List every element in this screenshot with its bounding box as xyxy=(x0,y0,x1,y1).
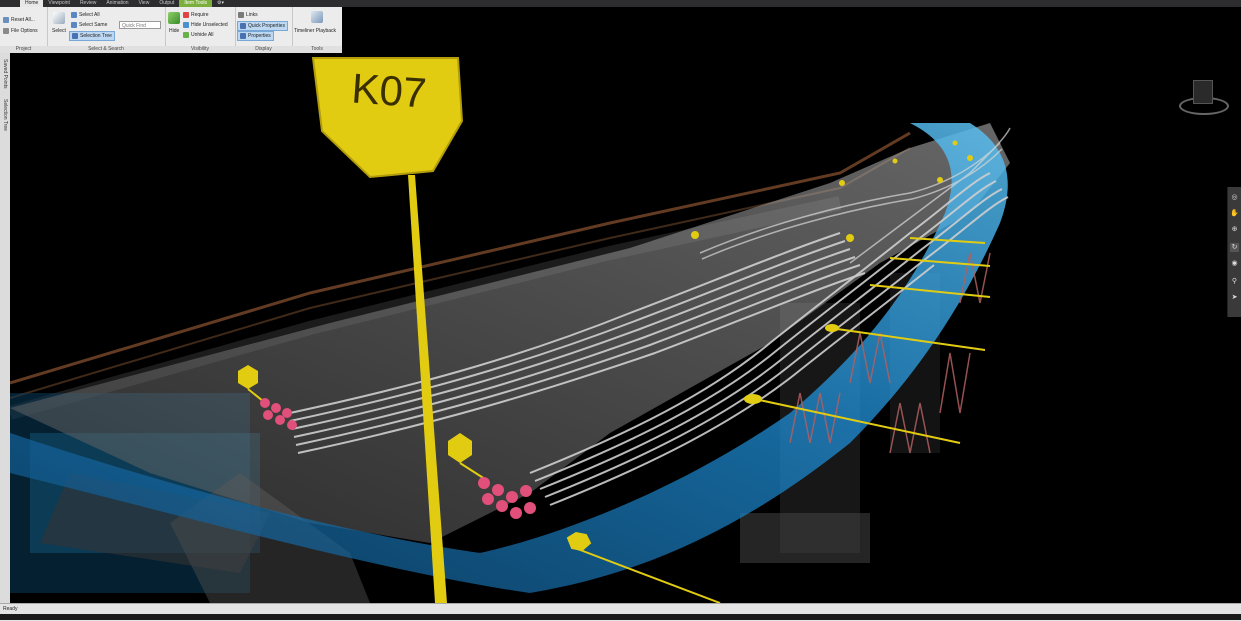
select-same-icon xyxy=(71,22,77,28)
select-label[interactable]: Select xyxy=(52,28,66,34)
taskbar xyxy=(0,614,1241,620)
links-icon xyxy=(238,12,244,18)
ribbon-panel: Reset All... File Options Project Select… xyxy=(0,7,342,54)
select-all-icon xyxy=(71,12,77,18)
select-same-label: Select Same xyxy=(79,22,108,28)
status-text: Ready xyxy=(3,606,18,612)
group-tools: Timeliner Playback Tools xyxy=(292,7,342,53)
select-all-label: Select All xyxy=(79,12,100,18)
group-visibility: Hide Require Hide Unselected Unhide All … xyxy=(165,7,236,53)
group-label-select-search: Select & Search xyxy=(47,46,165,53)
selection-tree-button[interactable]: Selection Tree xyxy=(69,31,115,41)
orbit-icon[interactable]: ↻ xyxy=(1230,243,1239,252)
select-pointer-icon[interactable]: ➤ xyxy=(1230,293,1239,302)
pan-hand-icon[interactable]: ✋ xyxy=(1230,209,1239,218)
tab-animation[interactable]: Animation xyxy=(101,0,133,7)
viewcube-box[interactable] xyxy=(1193,80,1213,104)
links-button[interactable]: Links xyxy=(238,11,258,19)
reset-all-label: Reset All... xyxy=(11,17,35,23)
hide-icon[interactable] xyxy=(168,12,180,24)
file-options-label: File Options xyxy=(11,28,38,34)
walk-icon[interactable]: ⚲ xyxy=(1230,277,1239,286)
ribbon-tab-bar: Home Viewpoint Review Animation View Out… xyxy=(0,0,1241,7)
tab-review[interactable]: Review xyxy=(75,0,101,7)
tab-output[interactable]: Output xyxy=(154,0,179,7)
tab-item-tools[interactable]: Item Tools xyxy=(179,0,213,7)
group-label-display: Display xyxy=(235,46,292,53)
sign-label: K07 xyxy=(350,64,428,116)
viewcube[interactable] xyxy=(1179,77,1229,117)
hide-label[interactable]: Hide xyxy=(169,28,179,34)
reset-icon xyxy=(3,17,9,23)
require-label: Require xyxy=(191,12,209,18)
hide-unselected-icon xyxy=(183,22,189,28)
group-label-visibility: Visibility xyxy=(165,46,235,53)
timeliner-icon[interactable] xyxy=(311,11,323,23)
unhide-all-button[interactable]: Unhide All xyxy=(183,31,214,39)
navigation-bar: ◎ ✋ ⊕ ↻ ◉ ⚲ ➤ xyxy=(1227,187,1241,317)
quick-properties-button[interactable]: Quick Properties xyxy=(237,21,288,31)
require-icon xyxy=(183,12,189,18)
unhide-all-icon xyxy=(183,32,189,38)
3d-viewport[interactable]: K07 ◎ ✋ ⊕ ↻ ◉ ⚲ ➤ xyxy=(10,53,1241,603)
select-all-button[interactable]: Select All xyxy=(71,11,100,19)
bridge-model-scene: K07 xyxy=(10,57,1011,603)
steering-wheel-icon[interactable]: ◎ xyxy=(1230,193,1239,202)
group-display: Links Quick Properties Properties Displa… xyxy=(235,7,293,53)
saved-points-tab[interactable]: Saved Points xyxy=(1,59,9,88)
tab-viewpoint[interactable]: Viewpoint xyxy=(43,0,75,7)
unhide-all-label: Unhide All xyxy=(191,32,214,38)
hide-unselected-label: Hide Unselected xyxy=(191,22,228,28)
ribbon-tabs: Home Viewpoint Review Animation View Out… xyxy=(20,0,229,7)
group-label-tools: Tools xyxy=(292,46,342,53)
selection-tree-icon xyxy=(72,33,78,39)
quick-properties-icon xyxy=(240,23,246,29)
file-options-button[interactable]: File Options xyxy=(3,27,38,35)
quick-properties-label: Quick Properties xyxy=(248,23,285,29)
tab-home[interactable]: Home xyxy=(20,0,44,7)
group-label-project: Project xyxy=(0,46,47,53)
group-select-search: Select Select All Select Same Selection … xyxy=(47,7,166,53)
quick-find-input[interactable]: Quick Find xyxy=(119,21,161,29)
timeliner-playback-label[interactable]: Timeliner Playback xyxy=(294,28,336,34)
group-project: Reset All... File Options Project xyxy=(0,7,48,53)
selection-tree-tab[interactable]: Selection Tree xyxy=(1,99,9,131)
reset-all-button[interactable]: Reset All... xyxy=(3,16,35,24)
links-label: Links xyxy=(246,12,258,18)
hide-unselected-button[interactable]: Hide Unselected xyxy=(183,21,228,29)
require-button[interactable]: Require xyxy=(183,11,209,19)
properties-label: Properties xyxy=(248,33,271,39)
selection-tree-label: Selection Tree xyxy=(80,33,112,39)
file-options-icon xyxy=(3,28,9,34)
select-same-button[interactable]: Select Same xyxy=(71,21,107,29)
properties-icon xyxy=(240,33,246,39)
zoom-icon[interactable]: ⊕ xyxy=(1230,225,1239,234)
select-cursor-icon[interactable] xyxy=(53,12,65,24)
ribbon-options-icon[interactable]: ⚙▾ xyxy=(212,0,229,7)
tab-view[interactable]: View xyxy=(134,0,155,7)
look-icon[interactable]: ◉ xyxy=(1230,259,1239,268)
properties-button[interactable]: Properties xyxy=(237,31,274,41)
